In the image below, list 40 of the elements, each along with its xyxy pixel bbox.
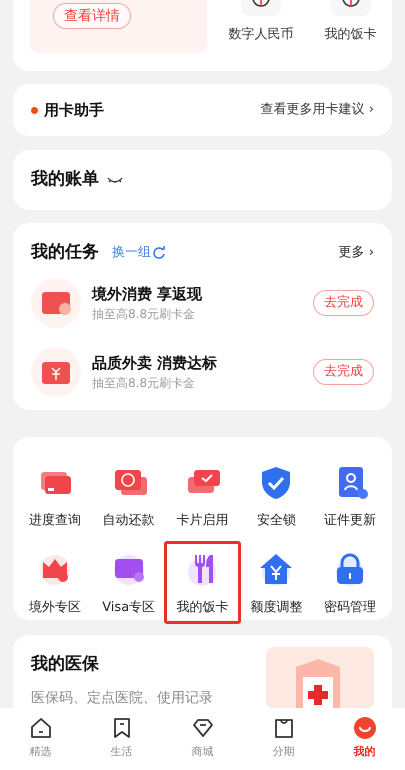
- tab[interactable]: 我的: [324, 708, 405, 770]
- more-link[interactable]: 更多 ›: [338, 243, 374, 263]
- task-subtitle: 抽至高8.8元刷卡金: [92, 375, 196, 392]
- service-item[interactable]: 密码管理: [313, 541, 387, 624]
- hidden-eye-icon[interactable]: [107, 176, 123, 184]
- medical-subtitle: 医保码、定点医院、使用记录: [31, 688, 213, 708]
- service-item[interactable]: Visa专区: [92, 541, 166, 624]
- complete-button[interactable]: 去完成: [313, 359, 374, 385]
- suggestions-link[interactable]: 查看更多用卡建议 ›: [260, 100, 374, 120]
- tab[interactable]: 商城: [162, 708, 243, 770]
- service-item[interactable]: 额度调整: [239, 541, 314, 624]
- refresh-icon: [152, 246, 166, 260]
- envelope-icon: [31, 347, 81, 397]
- service-item[interactable]: 境外专区: [18, 541, 92, 624]
- shortcut-label[interactable]: 我的饭卡: [324, 25, 376, 44]
- coin-icon[interactable]: [241, 0, 281, 16]
- service-item[interactable]: 进度查询: [18, 454, 92, 537]
- assistant-title: 用卡助手: [44, 100, 104, 121]
- service-item[interactable]: 安全锁: [239, 454, 314, 537]
- service-item[interactable]: 卡片启用: [166, 454, 240, 537]
- task-title: 境外消费 享返现: [92, 284, 202, 305]
- medical-title: 我的医保: [31, 653, 100, 676]
- tasks-title: 我的任务: [31, 241, 99, 264]
- diamond-icon: [190, 716, 214, 740]
- tab[interactable]: 精选: [0, 708, 81, 770]
- browser-window-icon: [31, 278, 81, 328]
- details-button[interactable]: 查看详情: [53, 3, 131, 29]
- shortcut-label[interactable]: 数字人民币: [228, 25, 294, 44]
- tab[interactable]: 分期: [243, 708, 324, 770]
- tab[interactable]: 生活: [81, 708, 162, 770]
- service-item[interactable]: 证件更新: [313, 454, 387, 537]
- task-subtitle: 抽至高8.8元刷卡金: [92, 306, 196, 324]
- complete-button[interactable]: 去完成: [313, 290, 374, 316]
- service-item[interactable]: 自动还款: [92, 454, 166, 537]
- task-title: 品质外卖 消费达标: [92, 352, 218, 374]
- home-icon: [28, 716, 52, 740]
- smile-icon: [352, 716, 376, 740]
- refresh-button[interactable]: 换一组: [112, 243, 166, 263]
- service-item[interactable]: 我的饭卡: [164, 541, 242, 624]
- bill-title: 我的账单: [31, 168, 99, 192]
